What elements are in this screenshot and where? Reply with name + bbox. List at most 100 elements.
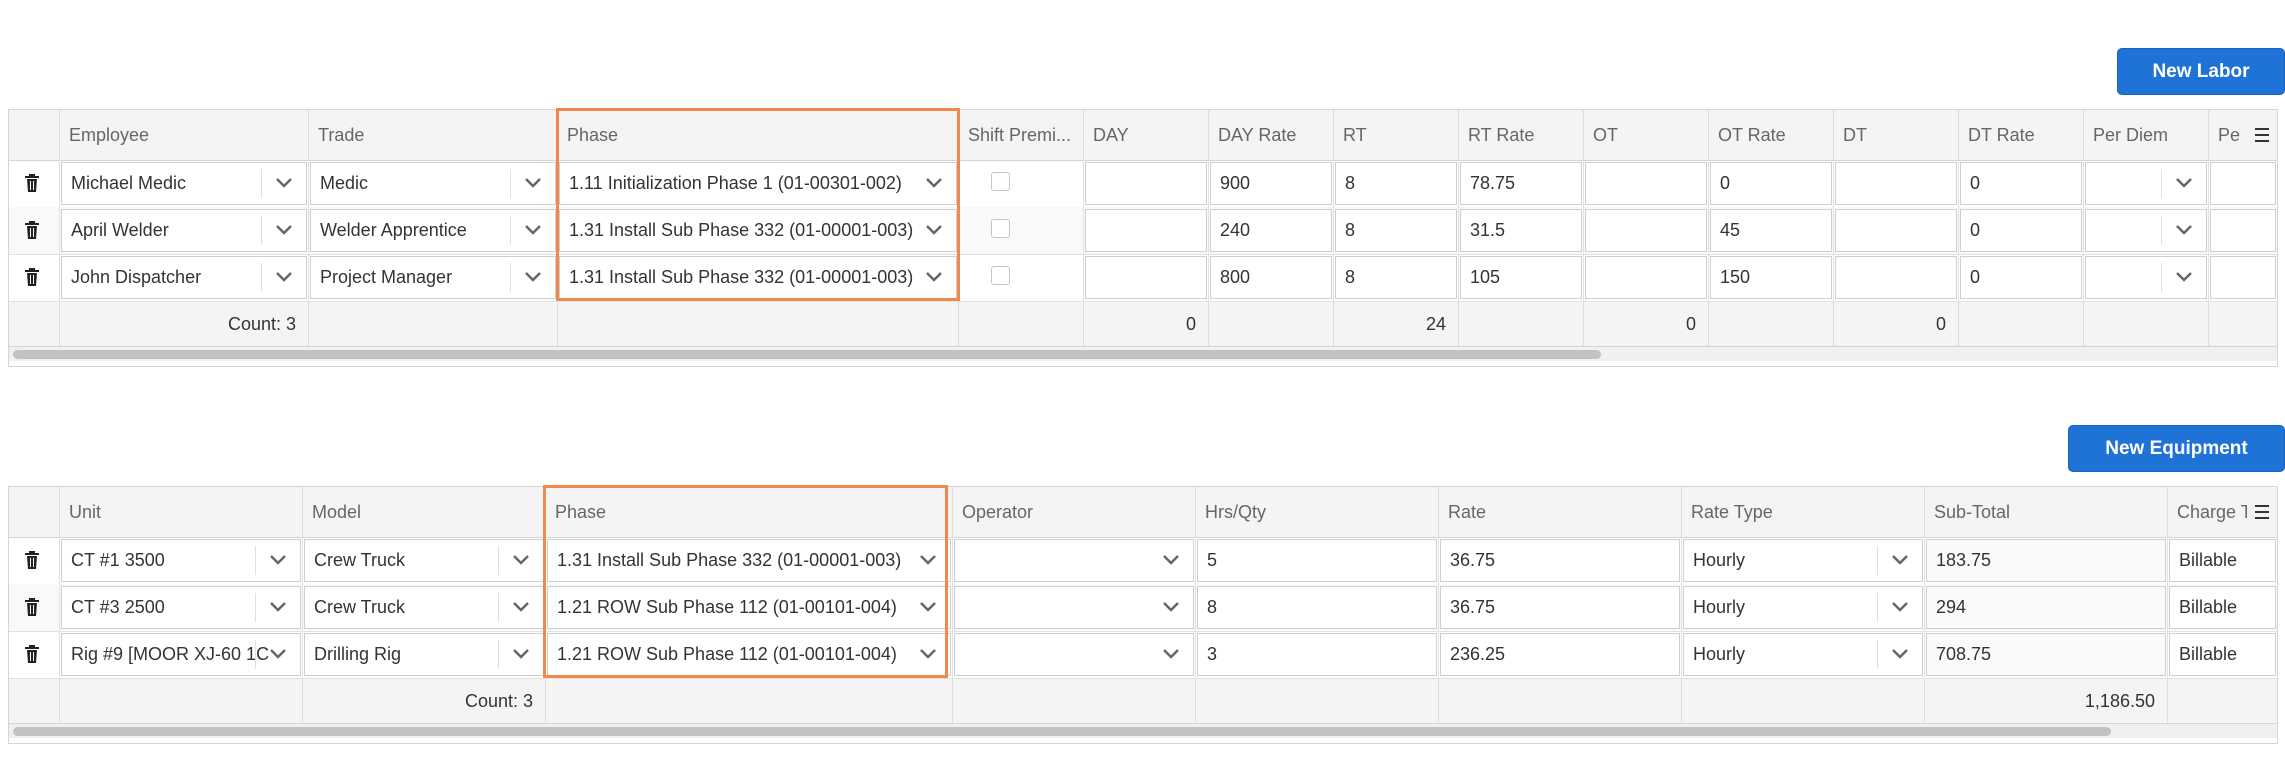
charge-type-cell[interactable]: Billable xyxy=(2167,537,2277,584)
chevron-down-icon[interactable] xyxy=(2174,173,2194,193)
rate-type-dropdown[interactable]: Hourly xyxy=(1681,584,1924,631)
rate-input[interactable]: 236.25 xyxy=(1438,631,1681,678)
chevron-down-icon[interactable] xyxy=(268,597,288,617)
dt-input[interactable] xyxy=(1833,254,1958,301)
column-menu-icon[interactable] xyxy=(2247,487,2277,537)
trade-dropdown[interactable]: Welder Apprentice xyxy=(308,207,557,254)
rt-input[interactable]: 8 xyxy=(1333,207,1458,254)
charge-type-cell[interactable]: Billable xyxy=(2167,584,2277,631)
delete-row-button[interactable] xyxy=(9,584,59,631)
chevron-down-icon[interactable] xyxy=(1890,550,1910,570)
chevron-down-icon[interactable] xyxy=(1890,597,1910,617)
scrollbar-thumb[interactable] xyxy=(13,727,2111,736)
labor-col-rt[interactable]: RT xyxy=(1333,110,1458,160)
ot-rate-input[interactable]: 150 xyxy=(1708,254,1833,301)
equip-col-phase[interactable]: Phase xyxy=(545,487,952,537)
chevron-down-icon[interactable] xyxy=(268,550,288,570)
phase-dropdown[interactable]: 1.31 Install Sub Phase 332 (01-00001-003… xyxy=(545,537,952,584)
rt-input[interactable]: 8 xyxy=(1333,160,1458,207)
labor-col-dt[interactable]: DT xyxy=(1833,110,1958,160)
operator-dropdown[interactable] xyxy=(952,631,1195,678)
trade-dropdown[interactable]: Medic xyxy=(308,160,557,207)
chevron-down-icon[interactable] xyxy=(918,550,938,570)
hrs-qty-input[interactable]: 3 xyxy=(1195,631,1438,678)
labor-col-day[interactable]: DAY xyxy=(1083,110,1208,160)
dt-input[interactable] xyxy=(1833,207,1958,254)
chevron-down-icon[interactable] xyxy=(274,267,294,287)
phase-dropdown[interactable]: 1.21 ROW Sub Phase 112 (01-00101-004) xyxy=(545,631,952,678)
phase-dropdown[interactable]: 1.11 Initialization Phase 1 (01-00301-00… xyxy=(557,160,958,207)
dt-rate-input[interactable]: 0 xyxy=(1958,207,2083,254)
labor-col-employee[interactable]: Employee xyxy=(59,110,308,160)
new-labor-button[interactable]: New Labor xyxy=(2117,48,2285,95)
employee-dropdown[interactable]: John Dispatcher xyxy=(59,254,308,301)
chevron-down-icon[interactable] xyxy=(1161,597,1181,617)
unit-dropdown[interactable]: CT #1 3500 xyxy=(59,537,302,584)
delete-row-button[interactable] xyxy=(9,631,59,678)
day-rate-input[interactable]: 800 xyxy=(1208,254,1333,301)
per-diem-dropdown[interactable] xyxy=(2083,254,2208,301)
day-rate-input[interactable]: 900 xyxy=(1208,160,1333,207)
rt-rate-input[interactable]: 31.5 xyxy=(1458,207,1583,254)
chevron-down-icon[interactable] xyxy=(2174,220,2194,240)
operator-dropdown[interactable] xyxy=(952,537,1195,584)
labor-col-pe[interactable]: Pe xyxy=(2208,110,2248,160)
pe-cell[interactable] xyxy=(2208,160,2277,207)
employee-dropdown[interactable]: April Welder xyxy=(59,207,308,254)
shift-premium-checkbox[interactable] xyxy=(991,172,1010,191)
per-diem-dropdown[interactable] xyxy=(2083,160,2208,207)
chevron-down-icon[interactable] xyxy=(2174,267,2194,287)
chevron-down-icon[interactable] xyxy=(918,597,938,617)
charge-type-cell[interactable]: Billable xyxy=(2167,631,2277,678)
chevron-down-icon[interactable] xyxy=(268,644,288,664)
chevron-down-icon[interactable] xyxy=(924,220,944,240)
model-dropdown[interactable]: Crew Truck xyxy=(302,537,545,584)
chevron-down-icon[interactable] xyxy=(511,597,531,617)
day-input[interactable] xyxy=(1083,254,1208,301)
ot-input[interactable] xyxy=(1583,254,1708,301)
pe-cell[interactable] xyxy=(2208,207,2277,254)
unit-dropdown[interactable]: CT #3 2500 xyxy=(59,584,302,631)
ot-input[interactable] xyxy=(1583,207,1708,254)
chevron-down-icon[interactable] xyxy=(1161,644,1181,664)
rate-type-dropdown[interactable]: Hourly xyxy=(1681,537,1924,584)
labor-horizontal-scrollbar[interactable] xyxy=(9,347,2277,361)
labor-col-day-rate[interactable]: DAY Rate xyxy=(1208,110,1333,160)
rate-type-dropdown[interactable]: Hourly xyxy=(1681,631,1924,678)
labor-col-ot[interactable]: OT xyxy=(1583,110,1708,160)
rate-input[interactable]: 36.75 xyxy=(1438,584,1681,631)
equip-col-operator[interactable]: Operator xyxy=(952,487,1195,537)
chevron-down-icon[interactable] xyxy=(523,220,543,240)
equipment-horizontal-scrollbar[interactable] xyxy=(9,724,2277,738)
labor-col-per-diem[interactable]: Per Diem xyxy=(2083,110,2208,160)
day-input[interactable] xyxy=(1083,207,1208,254)
phase-dropdown[interactable]: 1.31 Install Sub Phase 332 (01-00001-003… xyxy=(557,254,958,301)
labor-col-phase[interactable]: Phase xyxy=(557,110,958,160)
phase-dropdown[interactable]: 1.31 Install Sub Phase 332 (01-00001-003… xyxy=(557,207,958,254)
equip-col-charge-type[interactable]: Charge T xyxy=(2167,487,2249,537)
equip-col-rate[interactable]: Rate xyxy=(1438,487,1681,537)
new-equipment-button[interactable]: New Equipment xyxy=(2068,425,2285,472)
hrs-qty-input[interactable]: 5 xyxy=(1195,537,1438,584)
delete-row-button[interactable] xyxy=(9,207,59,254)
shift-premium-checkbox[interactable] xyxy=(991,266,1010,285)
chevron-down-icon[interactable] xyxy=(274,173,294,193)
chevron-down-icon[interactable] xyxy=(511,644,531,664)
model-dropdown[interactable]: Drilling Rig xyxy=(302,631,545,678)
labor-col-ot-rate[interactable]: OT Rate xyxy=(1708,110,1833,160)
labor-col-dt-rate[interactable]: DT Rate xyxy=(1958,110,2083,160)
per-diem-dropdown[interactable] xyxy=(2083,207,2208,254)
ot-rate-input[interactable]: 0 xyxy=(1708,160,1833,207)
rate-input[interactable]: 36.75 xyxy=(1438,537,1681,584)
rt-rate-input[interactable]: 78.75 xyxy=(1458,160,1583,207)
scrollbar-thumb[interactable] xyxy=(13,350,1601,359)
pe-cell[interactable] xyxy=(2208,254,2277,301)
unit-dropdown[interactable]: Rig #9 [MOOR XJ-60 1C xyxy=(59,631,302,678)
equip-col-hrs-qty[interactable]: Hrs/Qty xyxy=(1195,487,1438,537)
chevron-down-icon[interactable] xyxy=(924,173,944,193)
chevron-down-icon[interactable] xyxy=(1890,644,1910,664)
delete-row-button[interactable] xyxy=(9,160,59,207)
labor-col-trade[interactable]: Trade xyxy=(308,110,557,160)
column-menu-icon[interactable] xyxy=(2247,110,2277,160)
rt-input[interactable]: 8 xyxy=(1333,254,1458,301)
